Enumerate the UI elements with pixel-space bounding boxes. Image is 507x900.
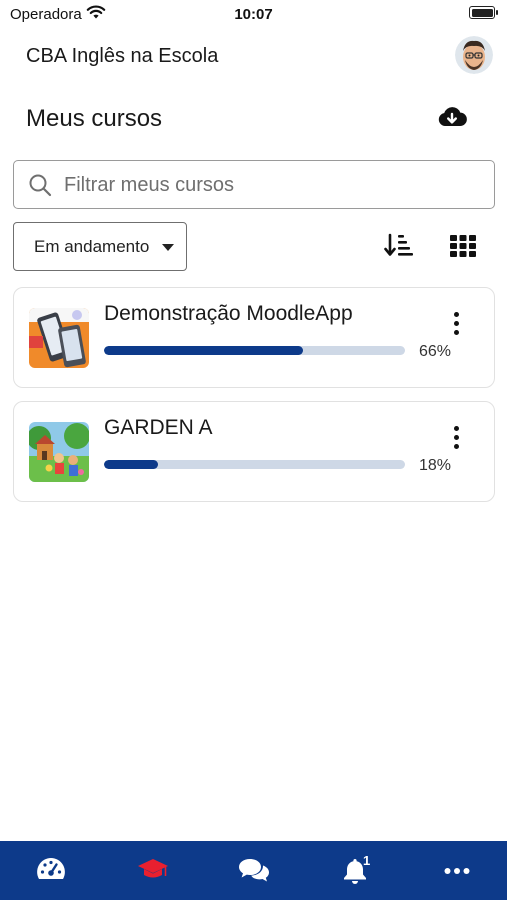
course-progress-bar	[104, 460, 405, 469]
graduation-cap-icon	[138, 859, 168, 878]
tab-my-courses[interactable]	[123, 841, 183, 900]
tab-notifications[interactable]: 1	[325, 841, 385, 900]
course-progress-label: 18%	[419, 457, 452, 474]
status-bar: Operadora 10:07	[0, 0, 507, 28]
course-name[interactable]: Demonstração MoodleApp	[104, 302, 353, 326]
search-icon	[28, 173, 52, 202]
download-courses-button[interactable]	[437, 104, 467, 132]
course-image	[29, 422, 89, 482]
course-progress-label: 66%	[419, 343, 452, 360]
user-avatar[interactable]	[455, 36, 493, 74]
course-name[interactable]: GARDEN A	[104, 416, 213, 440]
search-input[interactable]	[64, 169, 484, 201]
caret-down-icon	[162, 244, 174, 251]
course-options-button[interactable]	[446, 424, 468, 452]
cloud-download-icon	[438, 107, 467, 127]
course-image	[29, 308, 89, 368]
dashboard-gauge-icon	[37, 858, 65, 879]
course-progress-fill	[104, 346, 303, 355]
course-progress-bar	[104, 346, 405, 355]
notifications-badge: 1	[363, 853, 371, 868]
tab-more[interactable]	[427, 841, 487, 900]
course-progress-fill	[104, 460, 159, 469]
tab-messages[interactable]	[224, 841, 284, 900]
clock: 10:07	[234, 6, 273, 23]
course-card[interactable]: GARDEN A 18%	[13, 401, 495, 502]
battery-icon	[469, 6, 498, 19]
status-filter-value: Em andamento	[34, 237, 150, 256]
status-filter-select[interactable]: Em andamento	[13, 222, 187, 271]
app-title: CBA Inglês na Escola	[26, 45, 219, 67]
course-card[interactable]: Demonstração MoodleApp 66%	[13, 287, 495, 388]
sort-button[interactable]	[384, 232, 414, 260]
course-options-button[interactable]	[446, 310, 468, 338]
more-dots-icon	[444, 868, 470, 874]
page-title: Meus cursos	[26, 105, 163, 132]
search-box	[13, 160, 495, 209]
chat-bubbles-icon	[239, 859, 269, 882]
app-header: CBA Inglês na Escola	[0, 32, 507, 82]
grid-view-button[interactable]	[450, 235, 476, 257]
grid-icon	[450, 235, 476, 257]
tab-dashboard[interactable]	[21, 841, 81, 900]
sort-amount-icon	[384, 233, 413, 256]
bottom-tab-bar: 1	[0, 841, 507, 900]
